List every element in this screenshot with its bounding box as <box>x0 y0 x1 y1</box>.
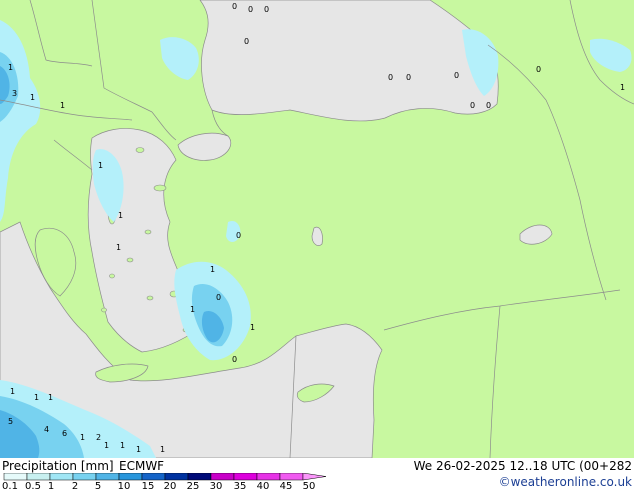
station-value: 0 <box>232 355 237 364</box>
scale-swatch <box>49 473 74 481</box>
station-value: 1 <box>30 93 35 102</box>
station-value: 3 <box>12 89 17 98</box>
scale-swatch <box>187 473 212 481</box>
station-value: 1 <box>10 387 15 396</box>
scale-tick-label: 25 <box>186 481 200 492</box>
station-value: 1 <box>8 63 13 72</box>
station-value: 1 <box>118 211 123 220</box>
scale-tick-label: 50 <box>302 481 316 492</box>
model-name: ECMWF <box>119 459 165 473</box>
station-value: 1 <box>116 243 121 252</box>
station-value: 0 <box>236 231 241 240</box>
scale-swatch <box>95 473 120 481</box>
station-value: 0 <box>536 65 541 74</box>
legend-title: Precipitation [mm] <box>2 459 114 473</box>
station-value: 1 <box>80 433 85 442</box>
station-value: 1 <box>48 393 53 402</box>
station-value: 0 <box>216 293 221 302</box>
scale-swatch <box>26 473 51 481</box>
scale-swatch <box>118 473 143 481</box>
credit-link[interactable]: ©weatheronline.co.uk <box>499 475 632 489</box>
station-value: 1 <box>34 393 39 402</box>
station-value: 0 <box>264 5 269 14</box>
scale-swatch <box>164 473 189 481</box>
station-value: 1 <box>620 83 625 92</box>
station-value: 1 <box>190 305 195 314</box>
station-value: 1 <box>60 101 65 110</box>
scale-tick-label: 35 <box>233 481 247 492</box>
station-value: 0 <box>232 2 237 11</box>
legend-bar: Precipitation [mm] ECMWF We 26-02-2025 1… <box>0 458 634 492</box>
precipitation-map: 0 0 0 0 0 0 0 0 0 0 0 0 0 1 1 1 1 1 1 1 … <box>0 0 634 458</box>
station-value: 1 <box>210 265 215 274</box>
scale-tick-label: 20 <box>163 481 177 492</box>
station-value: 1 <box>120 441 125 450</box>
scale-tick-label: 10 <box>117 481 131 492</box>
station-value: 0 <box>486 101 491 110</box>
scale-tick-label: 40 <box>256 481 270 492</box>
station-value: 1 <box>98 161 103 170</box>
scale-swatch <box>256 473 281 481</box>
black-sea <box>199 0 499 122</box>
scale-tick-label: 1 <box>47 481 55 492</box>
station-value: 2 <box>96 433 101 442</box>
scale-swatch <box>3 473 28 481</box>
scale-tick-label: 15 <box>141 481 155 492</box>
station-value: 1 <box>136 445 141 454</box>
scale-tick-label: 30 <box>209 481 223 492</box>
scale-arrow <box>302 473 327 481</box>
station-value: 0 <box>244 37 249 46</box>
station-value: 1 <box>250 323 255 332</box>
station-value: 0 <box>454 71 459 80</box>
station-value: 0 <box>406 73 411 82</box>
scale-tick-label: 45 <box>279 481 293 492</box>
lake-tuz <box>311 226 323 246</box>
forecast-datetime: We 26-02-2025 12..18 UTC (00+282 <box>413 459 632 473</box>
scale-tick-label: 0.1 <box>2 481 18 492</box>
station-value: 1 <box>160 445 165 454</box>
station-value: 0 <box>470 101 475 110</box>
station-value: 5 <box>8 417 13 426</box>
color-scale <box>3 473 327 481</box>
scale-tick-label: 5 <box>94 481 102 492</box>
station-value: 0 <box>388 73 393 82</box>
station-value: 0 <box>248 5 253 14</box>
scale-tick-label: 2 <box>71 481 79 492</box>
scale-swatch <box>141 473 166 481</box>
station-value: 6 <box>62 429 67 438</box>
scale-tick-label: 0.5 <box>25 481 41 492</box>
station-value: 4 <box>44 425 49 434</box>
station-value: 1 <box>104 441 109 450</box>
scale-swatch <box>210 473 235 481</box>
scale-swatch <box>72 473 97 481</box>
scale-swatch <box>233 473 258 481</box>
scale-swatch <box>279 473 304 481</box>
